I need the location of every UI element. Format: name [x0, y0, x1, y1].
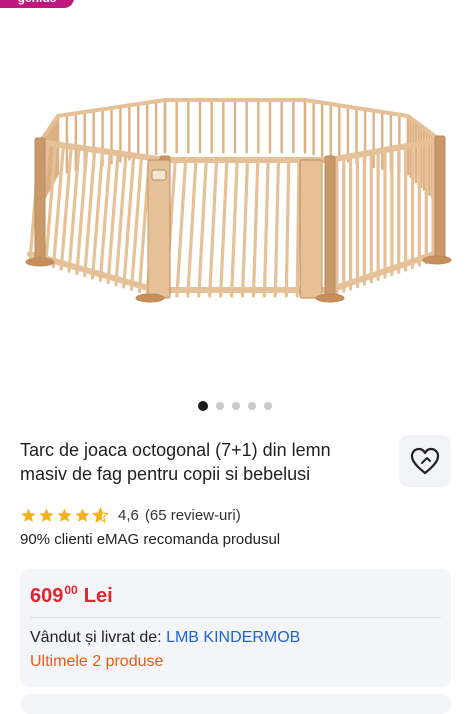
gallery-dot[interactable]	[232, 402, 240, 410]
gallery-dots[interactable]	[0, 401, 470, 411]
seller-link[interactable]: LMB KINDERMOB	[166, 629, 300, 646]
star-half-icon	[92, 507, 109, 524]
star-icon	[57, 508, 72, 522]
gallery-dot[interactable]	[248, 402, 256, 410]
product-price: 60900 Lei	[30, 583, 113, 607]
star-icon	[21, 508, 36, 522]
next-card	[20, 694, 451, 714]
review-count[interactable]: (65 review-uri)	[145, 507, 241, 524]
rating-stars	[20, 507, 109, 524]
playpen-image	[25, 98, 452, 303]
divider	[30, 617, 441, 618]
favorite-button[interactable]	[399, 435, 451, 487]
product-image-gallery[interactable]	[0, 0, 470, 420]
gallery-dot[interactable]	[198, 401, 208, 411]
stock-status: Ultimele 2 produse	[30, 653, 164, 670]
star-icon	[39, 508, 54, 522]
rating-value: 4,6	[118, 507, 139, 524]
seller-info: Vândut și livrat de: LMB KINDERMOB	[30, 629, 301, 646]
recommend-text: 90% clienti eMAG recomanda produsul	[20, 531, 281, 548]
star-icon	[75, 508, 90, 522]
product-title: Tarc de joaca octogonal (7+1) din lemn m…	[20, 440, 331, 484]
heart-icon	[410, 447, 440, 475]
gallery-dot[interactable]	[264, 402, 272, 410]
rating-row[interactable]: 4,6 (65 review-uri)	[20, 507, 241, 524]
genius-badge: genius	[0, 0, 74, 8]
gallery-dot[interactable]	[216, 402, 224, 410]
price-card: 60900 Lei Vândut și livrat de: LMB KINDER…	[20, 569, 451, 687]
